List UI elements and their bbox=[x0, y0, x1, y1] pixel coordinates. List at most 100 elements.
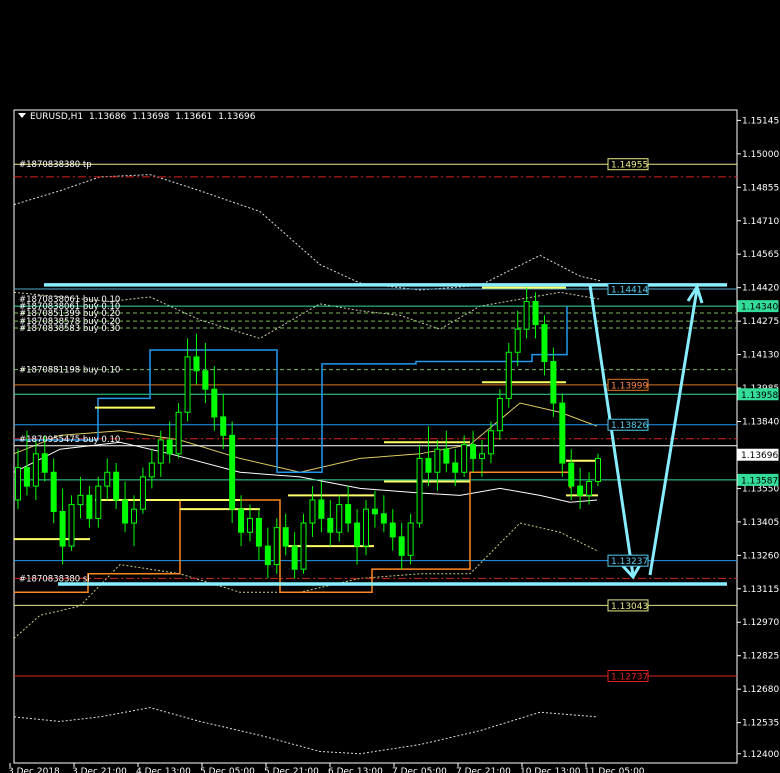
candle-body bbox=[202, 370, 209, 390]
x-tick-label: 10 Dec 13:00 bbox=[520, 767, 581, 773]
y-tick-label: 1.13840 bbox=[742, 418, 779, 428]
price-box-label: 1.13237 bbox=[611, 557, 648, 567]
candle-body bbox=[487, 430, 494, 455]
x-tick-label: 7 Dec 21:00 bbox=[456, 767, 511, 773]
candle-body bbox=[113, 471, 120, 501]
candle-body bbox=[255, 517, 262, 547]
y-tick-label: 1.12825 bbox=[742, 652, 779, 662]
y-tick-label: 1.14420 bbox=[742, 284, 779, 294]
candle-body bbox=[577, 485, 584, 496]
candle-body bbox=[309, 499, 316, 524]
price-box-label: 1.14340 bbox=[741, 303, 778, 313]
candle-body bbox=[41, 453, 48, 473]
y-tick-label: 1.14275 bbox=[742, 317, 779, 327]
x-tick-label: 6 Dec 13:00 bbox=[328, 767, 383, 773]
candle-body bbox=[131, 508, 137, 524]
ohlc-close: 1.13696 bbox=[218, 112, 256, 122]
candle-body bbox=[532, 301, 539, 326]
candle-body bbox=[371, 508, 378, 515]
y-tick-label: 1.12400 bbox=[742, 750, 779, 760]
y-tick-label: 1.12680 bbox=[742, 685, 779, 695]
candle-body bbox=[157, 439, 164, 464]
candle-body bbox=[86, 494, 93, 519]
y-tick-label: 1.14855 bbox=[742, 183, 779, 193]
candle-body bbox=[336, 504, 343, 533]
x-tick-label: 3 Dec 2018 bbox=[8, 767, 60, 773]
candle-body bbox=[15, 467, 21, 501]
candle-body bbox=[95, 485, 102, 519]
y-tick-label: 1.14130 bbox=[742, 351, 779, 361]
candle-body bbox=[264, 545, 271, 566]
price-box-label: 1.14955 bbox=[611, 161, 648, 171]
candle-body bbox=[363, 508, 369, 547]
y-tick-label: 1.13115 bbox=[742, 585, 779, 595]
candle-body bbox=[407, 522, 414, 556]
price-box-label: 1.13696 bbox=[741, 451, 778, 461]
x-tick-label: 4 Dec 13:00 bbox=[136, 767, 191, 773]
y-tick-label: 1.15145 bbox=[742, 116, 779, 126]
candle-body bbox=[139, 476, 146, 510]
candle-body bbox=[23, 467, 30, 487]
candle-body bbox=[514, 328, 521, 353]
candle-body bbox=[32, 453, 39, 487]
candle-body bbox=[229, 434, 236, 510]
candle-body bbox=[595, 457, 601, 482]
candle-body bbox=[104, 471, 111, 487]
price-box-label: 1.12737 bbox=[611, 673, 648, 683]
chart-canvas[interactable]: 1.15145 1.15000 1.14855 1.14710 1.14565 1.144… bbox=[0, 107, 780, 773]
upper-band-curve bbox=[13, 174, 601, 291]
candle-body bbox=[50, 471, 57, 512]
candle-body bbox=[318, 499, 325, 519]
price-box-label: 1.13043 bbox=[611, 602, 648, 612]
chart-header: EURUSD,H1 1.13686 1.13698 1.13661 1.1369… bbox=[18, 112, 259, 122]
candle-body bbox=[247, 517, 253, 533]
price-box-label: 1.13958 bbox=[741, 391, 778, 401]
candle-body bbox=[273, 527, 280, 566]
y-tick-label: 1.14710 bbox=[742, 217, 779, 227]
candle-body bbox=[327, 517, 334, 533]
y-tick-label: 1.14565 bbox=[742, 250, 779, 260]
candle-body bbox=[550, 361, 557, 404]
y-tick-label: 1.12535 bbox=[742, 719, 779, 729]
bottom-band-curve bbox=[13, 707, 598, 755]
x-tick-label: 3 Dec 21:00 bbox=[72, 767, 127, 773]
plot-frame bbox=[13, 109, 738, 764]
x-tick-label: 11 Dec 05:00 bbox=[584, 767, 645, 773]
candle-body bbox=[175, 411, 182, 455]
candle-body bbox=[523, 301, 530, 330]
ohlc-low: 1.13661 bbox=[175, 112, 213, 122]
candle-body bbox=[398, 536, 405, 556]
ohlc-high: 1.13698 bbox=[132, 112, 170, 122]
candle-body bbox=[238, 508, 245, 533]
candle-body bbox=[559, 402, 566, 464]
arrow-up-line bbox=[648, 288, 699, 576]
ohlc-open: 1.13686 bbox=[89, 112, 127, 122]
candle-body bbox=[220, 416, 227, 436]
symbol-menu-triangle-icon[interactable] bbox=[18, 113, 26, 118]
candle-body bbox=[461, 444, 468, 473]
candle-body bbox=[193, 356, 200, 372]
y-tick-label: 1.13260 bbox=[742, 551, 779, 561]
candle-body bbox=[354, 522, 361, 547]
candle-body bbox=[496, 397, 503, 432]
y-tick-label: 1.13405 bbox=[742, 518, 779, 528]
candle-body bbox=[479, 453, 485, 459]
price-box-label: 1.14414 bbox=[611, 286, 648, 296]
candle-body bbox=[434, 448, 441, 473]
candle-body bbox=[389, 522, 396, 538]
price-box-label: 1.13999 bbox=[611, 381, 648, 391]
candle-body bbox=[443, 448, 450, 464]
candle-body bbox=[59, 510, 66, 547]
candle-body bbox=[291, 545, 298, 570]
x-tick-label: 5 Dec 21:00 bbox=[264, 767, 319, 773]
price-box-label: 1.13826 bbox=[611, 421, 648, 431]
candle-body bbox=[184, 356, 191, 413]
candle-body bbox=[122, 499, 129, 524]
symbol-label: EURUSD,H1 bbox=[30, 112, 84, 122]
price-box-label: 1.13587 bbox=[741, 476, 778, 486]
candle-body bbox=[452, 462, 459, 473]
candle-body bbox=[586, 480, 593, 496]
price-chart[interactable]: 1.15145 1.15000 1.14855 1.14710 1.14565 1.144… bbox=[0, 107, 780, 773]
candle-body bbox=[470, 444, 477, 459]
candle-body bbox=[345, 504, 352, 524]
